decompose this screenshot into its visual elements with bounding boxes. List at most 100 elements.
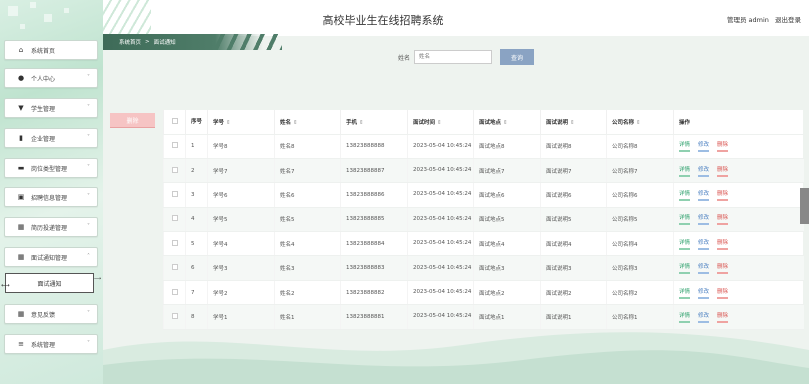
header-time[interactable]: 面试时间 ⇕ [407, 110, 474, 135]
checkbox[interactable] [171, 117, 178, 124]
delete-button[interactable]: 删除 [717, 213, 729, 226]
row-select[interactable] [163, 158, 186, 184]
header-label: 姓名 [280, 119, 292, 126]
cell-no: 6 [185, 255, 208, 281]
sidebar-item[interactable]: ● 个人中心 ˅ [4, 68, 98, 88]
cell-time: 2023-05-04 10:45:24 [407, 182, 474, 208]
sidebar-item[interactable]: ▦ 面试通知管理 ˄ [4, 247, 98, 267]
delete-button[interactable]: 删除 [717, 287, 729, 299]
table-header-row: 序号 学号 ⇕ 姓名 ⇕ 手机 ⇕ 面试时间 ⇕ 面试地点 ⇕ 面试说明 ⇕ 公司名称 ⇕ 操… [163, 110, 804, 135]
batch-delete-button[interactable]: 删除 [110, 113, 155, 127]
table-row[interactable]: 2 学号7 姓名7 13823888887 2023-05-04 10:45:24 面试地… [163, 158, 804, 184]
sidebar-item-label: 学生管理 [31, 105, 56, 113]
detail-button[interactable]: 详情 [679, 262, 691, 275]
decor-square [20, 24, 25, 29]
breadcrumb-home[interactable]: 系统首页 [119, 38, 141, 46]
sidebar-item[interactable]: ▬ 岗位类型管理 ˅ [4, 158, 98, 178]
sidebar-item[interactable]: ⌂ 系统首页 [4, 40, 98, 60]
checkbox[interactable] [171, 239, 178, 246]
checkbox[interactable] [171, 312, 178, 319]
sidebar-item[interactable]: ▮ 企业管理 ˅ [4, 128, 98, 148]
header-label: 手机 [346, 119, 358, 126]
cell-phone: 13823888886 [340, 182, 408, 208]
header-company[interactable]: 公司名称 ⇕ [606, 110, 674, 135]
sort-icon[interactable]: ⇕ [226, 120, 231, 126]
sidebar-item[interactable]: ▦ 意见反馈 ˅ [4, 304, 98, 324]
checkbox[interactable] [171, 215, 178, 222]
detail-button[interactable]: 详情 [679, 213, 691, 226]
cell-no: 2 [185, 158, 208, 184]
search-input[interactable] [414, 50, 493, 64]
decor-square [8, 6, 18, 16]
sort-icon[interactable]: ⇕ [437, 120, 442, 126]
delete-button[interactable]: 删除 [717, 165, 729, 177]
delete-button[interactable]: 删除 [717, 262, 729, 275]
cell-name: 姓名4 [274, 231, 341, 257]
detail-button[interactable]: 详情 [679, 140, 691, 153]
detail-button[interactable]: 详情 [679, 165, 691, 177]
table-row[interactable]: 4 学号5 姓名5 13823888885 2023-05-04 10:45:24 面试地… [163, 207, 804, 233]
cell-time: 2023-05-04 10:45:24 [407, 231, 474, 257]
delete-button[interactable]: 删除 [717, 140, 729, 153]
checkbox[interactable] [171, 288, 178, 295]
sub-item-interview-notice[interactable]: ⟷ 面试通知 ⟶ [1, 273, 101, 293]
table-row[interactable]: 3 学号6 姓名6 13823888886 2023-05-04 10:45:24 面试地… [163, 182, 804, 208]
edit-button[interactable]: 修改 [698, 165, 710, 177]
sidebar-item[interactable]: ≡ 系统管理 ˅ [4, 334, 98, 354]
sidebar-item[interactable]: ▣ 招聘信息管理 ˅ [4, 187, 98, 207]
row-select[interactable] [163, 255, 186, 281]
row-select[interactable] [163, 231, 186, 257]
table-row[interactable]: 5 学号4 姓名4 13823888884 2023-05-04 10:45:24 面试地… [163, 231, 804, 257]
table-row[interactable]: 6 学号3 姓名3 13823888883 2023-05-04 10:45:24 面试地… [163, 255, 804, 281]
edit-button[interactable]: 修改 [698, 213, 710, 226]
chevron-down-icon: ˅ [87, 193, 90, 200]
sidebar: ⌂ 系统首页 ● 个人中心 ˅ ▼ 学生管理 ˅ ▮ 企业管理 ˅ ▬ 岗位类型管理 ˅ ▣ 招聘信息管理 ˅ ▦… [0, 0, 103, 384]
sort-icon[interactable]: ⇕ [293, 120, 298, 126]
sort-icon[interactable]: ⇕ [570, 120, 575, 126]
breadcrumb-current: 面试通知 [153, 40, 176, 46]
chevron-down-icon: ˅ [87, 164, 90, 171]
user-info: 管理员 admin 退出登录 [723, 14, 801, 24]
row-select[interactable] [163, 182, 186, 208]
sliders-icon: ≡ [18, 340, 24, 348]
scrollbar-thumb[interactable] [800, 188, 809, 224]
detail-button[interactable]: 详情 [679, 287, 691, 299]
sort-icon[interactable]: ⇕ [503, 120, 508, 126]
cell-place: 面试地点3 [473, 255, 541, 281]
edit-button[interactable]: 修改 [698, 262, 710, 275]
delete-button[interactable]: 删除 [717, 238, 729, 250]
checkbox[interactable] [171, 142, 178, 149]
header-name[interactable]: 姓名 ⇕ [274, 110, 341, 135]
checkbox[interactable] [171, 264, 178, 271]
header-phone[interactable]: 手机 ⇕ [340, 110, 408, 135]
logout-link[interactable]: 退出登录 [775, 16, 801, 24]
row-select[interactable] [163, 134, 186, 159]
edit-button[interactable]: 修改 [698, 238, 710, 250]
table-row[interactable]: 7 学号2 姓名2 13823888882 2023-05-04 10:45:24 面试地… [163, 280, 804, 306]
cell-student_id: 学号3 [207, 255, 275, 281]
checkbox[interactable] [171, 166, 178, 173]
edit-button[interactable]: 修改 [698, 189, 710, 201]
checkbox[interactable] [171, 190, 178, 197]
cell-actions: 详情 修改 删除 [673, 280, 804, 306]
sort-icon[interactable]: ⇕ [359, 120, 364, 126]
header-student-id[interactable]: 学号 ⇕ [207, 110, 275, 135]
search-button[interactable]: 查询 [500, 49, 535, 65]
sidebar-item[interactable]: ▦ 简历投递管理 ˅ [4, 217, 98, 237]
detail-button[interactable]: 详情 [679, 189, 691, 201]
table-row[interactable]: 1 学号8 姓名8 13823888888 2023-05-04 10:45:24 面试地… [163, 134, 804, 159]
row-select[interactable] [163, 280, 186, 306]
row-select[interactable] [163, 207, 186, 233]
detail-button[interactable]: 详情 [679, 238, 691, 250]
sidebar-item[interactable]: ▼ 学生管理 ˅ [4, 98, 98, 118]
header-note[interactable]: 面试说明 ⇕ [540, 110, 607, 135]
cell-student_id: 学号2 [207, 280, 275, 306]
header-select-all[interactable] [163, 110, 186, 135]
delete-button[interactable]: 删除 [717, 189, 729, 201]
edit-button[interactable]: 修改 [698, 140, 710, 153]
chevron-down-icon: ˅ [87, 340, 90, 347]
sort-icon[interactable]: ⇕ [636, 120, 641, 126]
sidebar-item-label: 简历投递管理 [31, 224, 68, 232]
header-place[interactable]: 面试地点 ⇕ [473, 110, 541, 135]
edit-button[interactable]: 修改 [698, 287, 710, 299]
